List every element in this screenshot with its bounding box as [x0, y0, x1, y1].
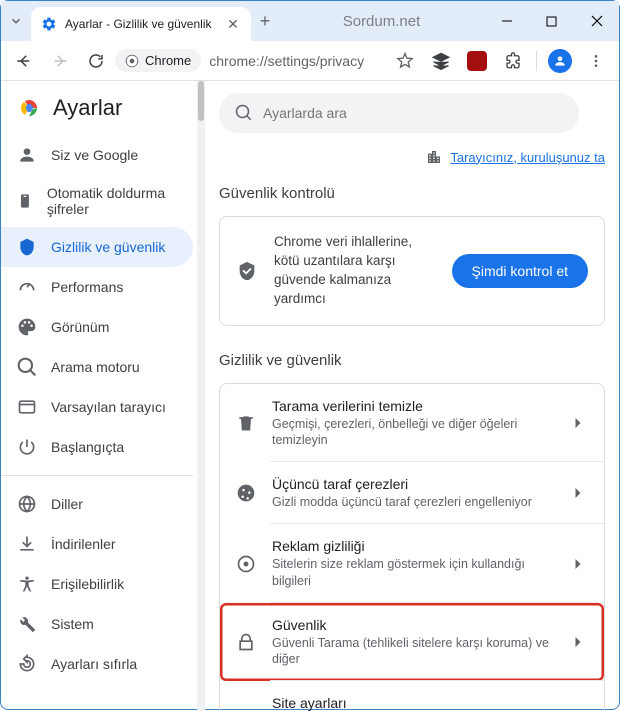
privacy-settings-list: Tarama verilerini temizleGeçmişi, çerezl…: [219, 383, 605, 711]
lock-icon: [236, 632, 256, 652]
verified-shield-icon: [236, 260, 258, 282]
sidebar-item-reset[interactable]: Ayarları sıfırla: [1, 644, 193, 684]
org-managed-link[interactable]: Tarayıcınız, kuruluşunuz ta: [450, 150, 605, 165]
search-input[interactable]: [263, 105, 563, 121]
setting-ad-privacy[interactable]: Reklam gizliliğiSitelerin size reklam gö…: [220, 524, 604, 603]
puzzle-icon: [504, 52, 522, 70]
reset-icon: [17, 654, 37, 674]
maximize-icon: [546, 16, 557, 27]
minimize-icon: [501, 15, 513, 27]
tab-dropdown-button[interactable]: [1, 4, 31, 38]
search-icon: [17, 357, 37, 377]
sidebar: Siz ve Google Otomatik doldurma şifreler…: [1, 135, 197, 711]
ublock-button[interactable]: [460, 44, 494, 78]
trash-icon: [236, 413, 256, 433]
divider: [536, 51, 537, 71]
person-icon: [17, 145, 37, 165]
address-bar[interactable]: Chrome chrome://settings/privacy: [115, 45, 386, 77]
cookie-icon: [236, 483, 256, 503]
power-icon: [17, 437, 37, 457]
sidebar-item-downloads[interactable]: İndirilenler: [1, 524, 193, 564]
sidebar-item-startup[interactable]: Başlangıçta: [1, 427, 193, 467]
setting-clear-browsing-data[interactable]: Tarama verilerini temizleGeçmişi, çerezl…: [220, 384, 604, 463]
scroll-thumb[interactable]: [198, 81, 204, 121]
extension-layers-button[interactable]: [424, 44, 458, 78]
security-check-card: Chrome veri ihlallerine, kötü uzantılara…: [219, 216, 605, 326]
chevron-right-icon: [568, 554, 588, 574]
shield-badge-icon: [467, 51, 487, 71]
maximize-button[interactable]: [529, 1, 574, 41]
search-icon: [235, 104, 253, 122]
chevron-right-icon: [568, 632, 588, 652]
sidebar-item-appearance[interactable]: Görünüm: [1, 307, 193, 347]
clipboard-icon: [17, 191, 33, 211]
url-text: chrome://settings/privacy: [209, 53, 364, 69]
bookmark-button[interactable]: [388, 44, 422, 78]
gear-icon: [41, 16, 57, 32]
close-icon: [591, 15, 603, 27]
star-icon: [396, 52, 414, 70]
sidebar-item-system[interactable]: Sistem: [1, 604, 193, 644]
download-icon: [17, 534, 37, 554]
chrome-logo-icon: [17, 96, 41, 120]
chrome-icon: [125, 54, 139, 68]
sidebar-item-default-browser[interactable]: Varsayılan tarayıcı: [1, 387, 193, 427]
setting-site-settings[interactable]: Site ayarlarıSitelerin hangi bilgileri k…: [220, 681, 604, 711]
forward-button[interactable]: [43, 44, 77, 78]
sidebar-item-performance[interactable]: Performans: [1, 267, 193, 307]
security-check-title: Güvenlik kontrolü: [219, 185, 605, 202]
sidebar-item-autofill[interactable]: Otomatik doldurma şifreler: [1, 175, 193, 227]
chrome-chip: Chrome: [115, 49, 201, 72]
reload-button[interactable]: [79, 44, 113, 78]
app-title: Ayarlar: [53, 95, 122, 121]
browser-icon: [17, 397, 37, 417]
sidebar-item-search-engine[interactable]: Arama motoru: [1, 347, 193, 387]
sidebar-item-privacy[interactable]: Gizlilik ve güvenlik: [1, 227, 193, 267]
building-icon: [426, 149, 442, 165]
menu-button[interactable]: [579, 44, 613, 78]
setting-security[interactable]: GüvenlikGüvenli Tarama (tehlikeli sitele…: [220, 603, 604, 682]
back-button[interactable]: [7, 44, 41, 78]
minimize-button[interactable]: [484, 1, 529, 41]
close-tab-button[interactable]: ✕: [225, 16, 241, 32]
scrollbar[interactable]: [197, 81, 205, 711]
globe-icon: [17, 494, 37, 514]
arrow-right-icon: [51, 52, 69, 70]
chevron-right-icon: [568, 483, 588, 503]
tab-title: Ayarlar - Gizlilik ve güvenlik: [65, 17, 217, 31]
setting-third-party-cookies[interactable]: Üçüncü taraf çerezleriGizli modda üçüncü…: [220, 462, 604, 524]
close-window-button[interactable]: [574, 1, 619, 41]
settings-search[interactable]: [219, 93, 579, 133]
shield-icon: [17, 237, 37, 257]
sidebar-item-languages[interactable]: Diller: [1, 484, 193, 524]
security-check-desc: Chrome veri ihlallerine, kötü uzantılara…: [274, 233, 436, 309]
new-tab-button[interactable]: +: [251, 11, 279, 32]
chevron-right-icon: [568, 413, 588, 433]
privacy-section-title: Gizlilik ve güvenlik: [219, 352, 605, 369]
check-now-button[interactable]: Şimdi kontrol et: [452, 254, 588, 288]
ad-icon: [236, 554, 256, 574]
speedometer-icon: [17, 277, 37, 297]
sidebar-item-you-and-google[interactable]: Siz ve Google: [1, 135, 193, 175]
avatar-icon: [548, 49, 572, 73]
divider: [1, 475, 193, 476]
accessibility-icon: [17, 574, 37, 594]
wrench-icon: [17, 614, 37, 634]
arrow-left-icon: [15, 52, 33, 70]
browser-tab[interactable]: Ayarlar - Gizlilik ve güvenlik ✕: [31, 7, 251, 41]
sidebar-item-accessibility[interactable]: Erişilebilirlik: [1, 564, 193, 604]
reload-icon: [87, 52, 105, 70]
watermark: Sordum.net: [279, 13, 484, 30]
chevron-down-icon: [9, 14, 23, 28]
extensions-button[interactable]: [496, 44, 530, 78]
profile-button[interactable]: [543, 44, 577, 78]
dots-vertical-icon: [588, 53, 604, 69]
layers-icon: [432, 52, 450, 70]
palette-icon: [17, 317, 37, 337]
